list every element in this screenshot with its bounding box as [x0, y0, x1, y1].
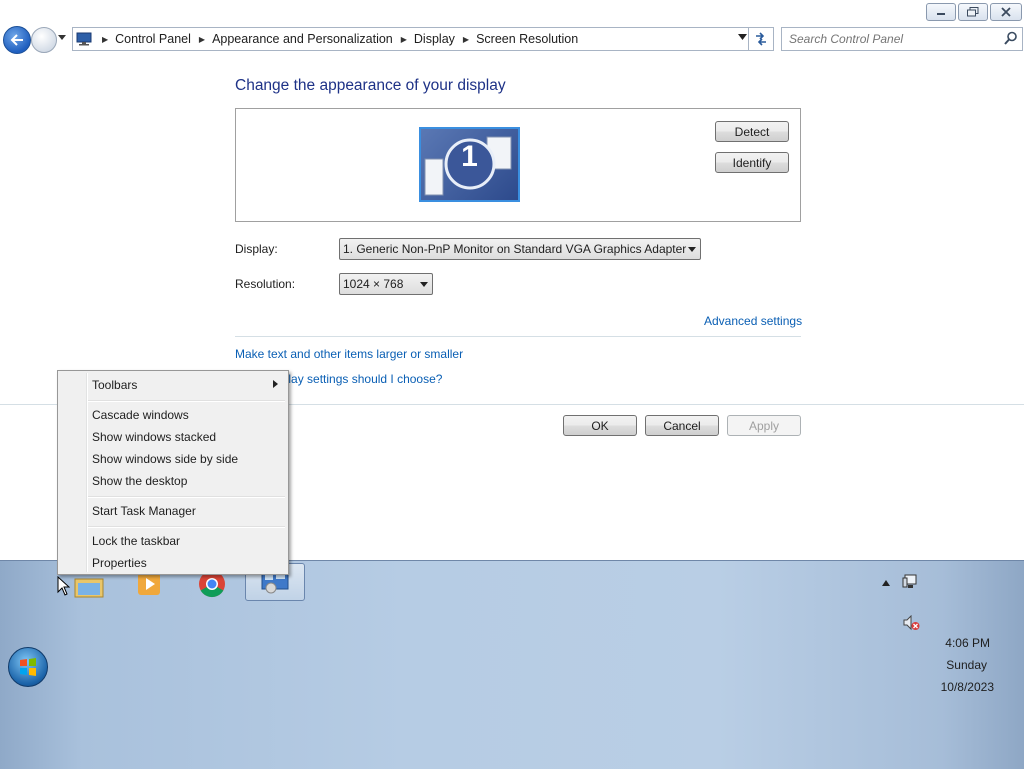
taskbar-context-menu: Toolbars Cascade windows Show windows st…: [57, 370, 289, 575]
search-box[interactable]: [781, 27, 1023, 51]
taskbar: 4:06 PM Sunday 10/8/2023: [0, 560, 1024, 769]
mouse-cursor-icon: [57, 576, 70, 596]
refresh-icon: [756, 32, 766, 46]
back-button[interactable]: [3, 26, 31, 54]
detect-button[interactable]: Detect: [715, 121, 789, 142]
clock-day[interactable]: Sunday: [930, 658, 987, 672]
page-title: Change the appearance of your display: [235, 77, 506, 94]
ok-button[interactable]: OK: [563, 415, 637, 436]
address-dropdown-icon[interactable]: [738, 34, 747, 40]
chevron-right-icon[interactable]: ▶: [199, 35, 205, 44]
breadcrumb-control-panel[interactable]: Control Panel: [115, 32, 191, 46]
windows-logo-icon: [20, 658, 36, 676]
display-label: Display:: [235, 242, 278, 256]
window-caption: [0, 0, 1024, 24]
menu-separator: [88, 400, 285, 402]
recent-pages-dropdown-icon[interactable]: [58, 35, 66, 40]
apply-button[interactable]: Apply: [727, 415, 801, 436]
divider: [235, 336, 801, 337]
advanced-settings-link[interactable]: Advanced settings: [704, 314, 802, 328]
refresh-button[interactable]: [748, 28, 773, 50]
clock-date[interactable]: 10/8/2023: [920, 680, 994, 694]
menu-item-show-windows-stacked[interactable]: Show windows stacked: [92, 430, 216, 444]
close-button[interactable]: [990, 3, 1022, 21]
navigation-bar: ▶ Control Panel ▶ Appearance and Persona…: [0, 24, 1024, 54]
menu-separator: [88, 526, 285, 528]
volume-muted-icon[interactable]: [902, 615, 920, 631]
minimize-button[interactable]: [926, 3, 956, 21]
submenu-arrow-icon: [273, 380, 278, 388]
resolution-select-value: 1024 × 768: [343, 277, 404, 291]
resolution-select[interactable]: 1024 × 768: [339, 273, 433, 295]
minimize-icon: [937, 13, 945, 15]
menu-item-lock-taskbar[interactable]: Lock the taskbar: [92, 534, 180, 548]
breadcrumb-appearance[interactable]: Appearance and Personalization: [212, 32, 393, 46]
menu-item-show-windows-side-by-side[interactable]: Show windows side by side: [92, 452, 238, 466]
resolution-label: Resolution:: [235, 277, 296, 291]
search-input[interactable]: [789, 32, 994, 46]
forward-button[interactable]: [31, 27, 57, 53]
cancel-button[interactable]: Cancel: [645, 415, 719, 436]
identify-button[interactable]: Identify: [715, 152, 789, 173]
chevron-down-icon: [420, 282, 428, 287]
breadcrumb-screen-resolution[interactable]: Screen Resolution: [476, 32, 578, 46]
restore-icon: [967, 7, 979, 17]
restore-button[interactable]: [958, 3, 988, 21]
monitor-preview-area: 1 Detect Identify: [235, 108, 801, 222]
show-hidden-icons-icon[interactable]: [882, 580, 890, 586]
menu-gutter: [86, 373, 88, 572]
chevron-right-icon[interactable]: ▶: [102, 35, 108, 44]
chevron-right-icon[interactable]: ▶: [401, 35, 407, 44]
breadcrumb-display[interactable]: Display: [414, 32, 455, 46]
network-icon[interactable]: [902, 574, 918, 590]
arrow-left-icon: [10, 34, 23, 46]
chevron-right-icon[interactable]: ▶: [463, 35, 469, 44]
text-size-link[interactable]: Make text and other items larger or smal…: [235, 347, 463, 361]
chevron-down-icon: [688, 247, 696, 252]
computer-icon: [76, 32, 92, 46]
clock-time[interactable]: 4:06 PM: [930, 636, 990, 650]
monitor-number: 1: [461, 140, 478, 173]
menu-item-properties[interactable]: Properties: [92, 556, 147, 570]
menu-item-toolbars[interactable]: Toolbars: [92, 378, 137, 392]
close-icon: [1001, 7, 1011, 17]
display-select-value: 1. Generic Non-PnP Monitor on Standard V…: [343, 242, 687, 256]
search-icon[interactable]: [1004, 31, 1018, 45]
monitor-1-thumbnail[interactable]: 1: [419, 127, 520, 202]
menu-separator: [88, 496, 285, 498]
display-select[interactable]: 1. Generic Non-PnP Monitor on Standard V…: [339, 238, 701, 260]
address-bar[interactable]: ▶ Control Panel ▶ Appearance and Persona…: [72, 27, 774, 51]
start-button[interactable]: [8, 647, 48, 687]
menu-item-show-desktop[interactable]: Show the desktop: [92, 474, 187, 488]
menu-item-cascade-windows[interactable]: Cascade windows: [92, 408, 189, 422]
menu-item-start-task-manager[interactable]: Start Task Manager: [92, 504, 196, 518]
